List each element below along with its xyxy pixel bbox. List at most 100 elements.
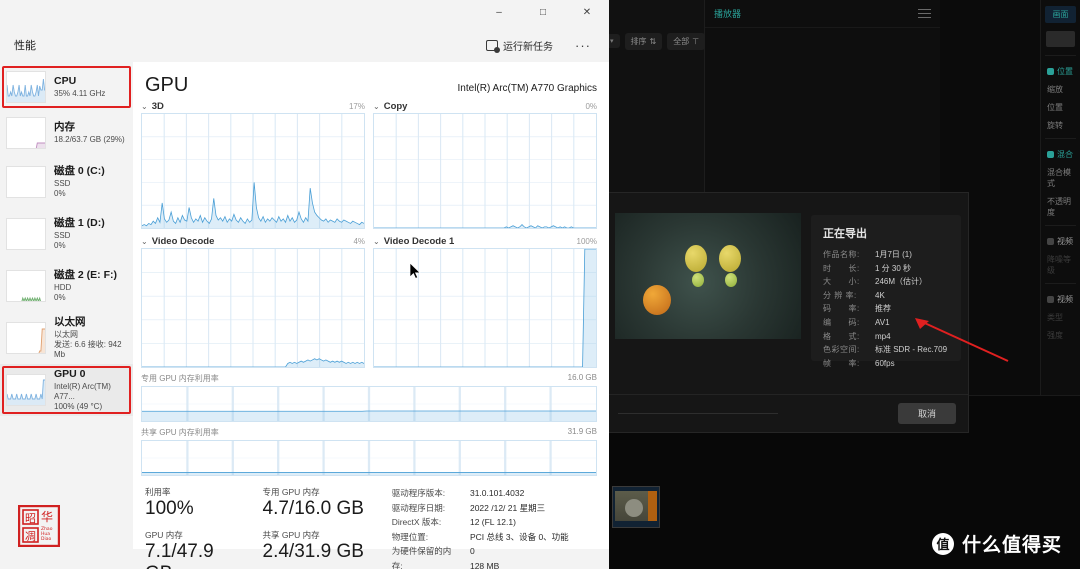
inspector-section-video-2[interactable]: 视频 <box>1047 294 1076 305</box>
export-field-row: 分 辨 率: 4K <box>823 290 949 302</box>
export-field-key: 格 式: <box>823 331 860 341</box>
stat-label: GPU 内存 <box>145 529 183 540</box>
export-field-value: mp4 <box>875 331 891 341</box>
inspector-row-rotate[interactable]: 旋转 <box>1047 120 1074 131</box>
stat-label: 利用率 <box>145 487 171 497</box>
export-field-value: 推荐 <box>875 304 891 314</box>
chart-value: 17% <box>348 102 365 111</box>
lemon-shape <box>725 273 737 287</box>
chart-header-video-decode-1[interactable]: ⌄ Video Decode 1 100% <box>373 236 597 247</box>
sidebar-item-1d[interactable]: 磁盘 1 (D:) SSD 0% <box>0 208 133 260</box>
chart-header-3d[interactable]: ⌄ 3D 17% <box>141 101 365 112</box>
performance-header: 性能 运行新任务 ··· <box>0 28 609 62</box>
gpu-heading-row: GPU Intel(R) Arc(TM) A770 Graphics <box>145 74 597 97</box>
sidebar-item-detail: Intel(R) Arc(TM) A77... <box>54 381 111 401</box>
sidebar-item-0c[interactable]: 磁盘 0 (C:) SSD 0% <box>0 156 133 208</box>
sidebar-item-detail: 0% <box>54 240 66 250</box>
inspector-row-type[interactable]: 类型 <box>1047 312 1074 323</box>
inspector-tab-picture[interactable]: 画面 <box>1045 6 1076 23</box>
toggle-icon[interactable] <box>1047 238 1054 245</box>
sidebar-sparkline <box>6 117 46 149</box>
export-field-key: 色彩空间: <box>823 345 860 355</box>
gpu-title: GPU <box>145 74 189 96</box>
sidebar-item-label: GPU 0 <box>54 368 86 381</box>
sidebar-item-gpu0[interactable]: GPU 0 Intel(R) Arc(TM) A77... 100% (49 °C) <box>0 364 133 416</box>
editor-sort-button[interactable]: 排序 ⇅ <box>624 32 663 50</box>
sidebar-item-item[interactable]: 内存 18.2/63.7 GB (29%) <box>0 110 133 156</box>
header-actions: 运行新任务 ··· <box>478 34 599 57</box>
chart-header-video-decode[interactable]: ⌄ Video Decode 4% <box>141 236 365 247</box>
minimize-button[interactable]: – <box>477 0 521 24</box>
export-dialog-footer: 取消 <box>608 394 968 432</box>
screenshot-root: ▾ 排序 ⇅ 全部 ⊤ 播放器 画面 位置 缩放 位置 旋转 混合 混合模式 不… <box>0 0 1080 569</box>
inspector-row-opacity[interactable]: 不透明度 <box>1047 196 1074 218</box>
export-dialog: 出 正在导出 作品名称:1月7日 (1)时 长:1 分 30 秒大 小:246M… <box>600 181 969 433</box>
chevron-down-icon[interactable]: ⌄ <box>373 102 380 111</box>
hamburger-icon[interactable] <box>918 9 931 18</box>
export-field-value: 标准 SDR - Rec.709 <box>875 345 948 355</box>
info-label: 物理位置: <box>391 531 429 542</box>
gpu-detail-panel: GPU Intel(R) Arc(TM) A770 Graphics ⌄ 3D … <box>133 62 609 569</box>
chart-copy <box>373 113 597 229</box>
more-options-button[interactable]: ··· <box>567 38 599 53</box>
inspector-section-blend[interactable]: 混合 <box>1047 149 1076 160</box>
run-new-task-label: 运行新任务 <box>503 41 553 53</box>
sidebar-item-detail: 0% <box>54 292 66 302</box>
chevron-down-icon[interactable]: ⌄ <box>373 237 380 246</box>
chevron-down-icon[interactable]: ⌄ <box>141 102 148 111</box>
export-dialog-title: 正在导出 <box>823 228 867 240</box>
shared-memory-label-row: 共享 GPU 内存利用率 31.9 GB <box>141 427 597 438</box>
chevron-down-icon[interactable]: ⌄ <box>141 237 148 246</box>
chart-header-copy[interactable]: ⌄ Copy 0% <box>373 101 597 112</box>
inspector-row-scale[interactable]: 缩放 <box>1047 84 1074 95</box>
sidebar-item-2ef[interactable]: 磁盘 2 (E: F:) HDD 0% <box>0 260 133 312</box>
chevron-down-icon: ▾ <box>610 38 614 45</box>
brand-badge-icon: 值 <box>931 532 954 555</box>
export-field-key: 码 率: <box>823 304 860 314</box>
inspector-section-position[interactable]: 位置 <box>1047 66 1076 77</box>
export-field-key: 大 小: <box>823 277 860 287</box>
maximize-button[interactable]: □ <box>521 0 565 24</box>
inspector-section-video-1[interactable]: 视频 <box>1047 236 1076 247</box>
info-value: 128 MB <box>469 561 500 569</box>
sidebar-item-detail: SSD <box>54 230 71 240</box>
timeline-clip[interactable] <box>612 486 660 528</box>
info-label: 为硬件保留的内存: <box>391 546 452 569</box>
lemon-shape <box>692 273 704 287</box>
editor-all-label: 全部 <box>673 36 690 46</box>
inspector-row-denoise[interactable]: 降噪等级 <box>1047 254 1074 276</box>
inspector-row-blendmode[interactable]: 混合模式 <box>1047 167 1074 189</box>
inspector-row-position[interactable]: 位置 <box>1047 102 1074 113</box>
editor-all-button[interactable]: 全部 ⊤ <box>667 32 706 50</box>
sidebar-item-detail: 发送: 6.6 接收: 942 Mb <box>54 339 122 359</box>
editor-sort-label: 排序 <box>630 36 647 46</box>
gpu-info-values: 31.0.101.4032 2022 /12/ 21 星期三 12 (FL 12… <box>470 486 573 569</box>
info-value: 31.0.101.4032 <box>469 488 525 498</box>
close-button[interactable]: ✕ <box>565 0 609 24</box>
export-field-row: 作品名称: 1月7日 (1) <box>823 249 949 261</box>
lemon-shape <box>719 245 741 272</box>
sidebar-item-text: GPU 0 Intel(R) Arc(TM) A77... 100% (49 °C) <box>54 368 133 411</box>
sidebar-sparkline <box>6 71 46 103</box>
sidebar-item-text: 内存 18.2/63.7 GB (29%) <box>54 121 125 144</box>
chart-value: 100% <box>576 237 597 246</box>
sidebar-item-detail: SSD <box>54 178 71 188</box>
cancel-button[interactable]: 取消 <box>897 403 956 424</box>
export-field-key: 帧 率: <box>823 358 860 368</box>
run-new-task-button[interactable]: 运行新任务 <box>478 34 561 57</box>
player-header: 播放器 <box>705 0 940 28</box>
mouse-cursor <box>410 263 421 279</box>
toggle-icon[interactable] <box>1047 296 1054 303</box>
sidebar-item-cpu[interactable]: CPU 35% 4.11 GHz <box>0 64 133 110</box>
shared-memory-label: 共享 GPU 内存利用率 <box>141 428 219 437</box>
chart-title: Copy <box>383 101 408 112</box>
chart-title: 3D <box>151 101 164 112</box>
sidebar-item-detail: 以太网 <box>54 329 78 339</box>
toggle-icon[interactable] <box>1047 151 1054 158</box>
stat-col-info: 驱动程序版本: 驱动程序日期: DirectX 版本: 物理位置: 为硬件保留的… <box>392 486 573 569</box>
sidebar-item-item[interactable]: 以太网 以太网 发送: 6.6 接收: 942 Mb <box>0 312 133 364</box>
inspector-row-strength[interactable]: 强度 <box>1047 330 1074 341</box>
lemon-shape <box>685 245 707 272</box>
toggle-icon[interactable] <box>1047 68 1054 75</box>
stat-value: 4.7/16.0 GB <box>262 498 364 519</box>
